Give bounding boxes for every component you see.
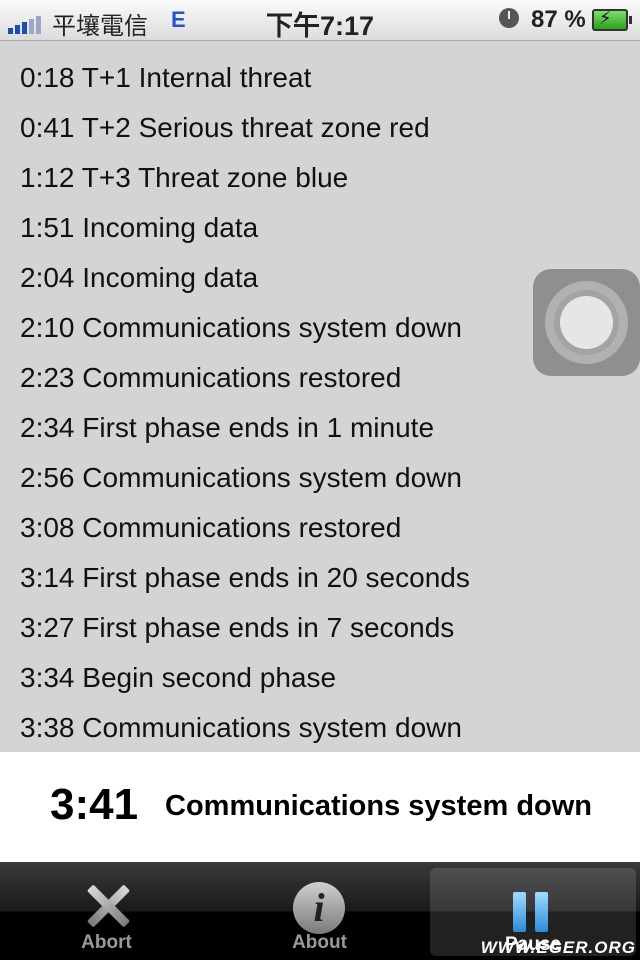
event-time: 2:34 [20,412,75,443]
assistive-touch-button[interactable] [533,269,640,376]
event-time: 2:04 [20,262,75,293]
event-row: 3:08 Communications restored [20,503,401,553]
event-text: Incoming data [82,262,259,293]
event-time: 3:27 [20,612,75,643]
event-row: 3:38 Communications system down [20,703,462,752]
event-time: 0:18 [20,62,75,93]
event-text: Communications restored [82,362,402,393]
battery-charging-icon: ⚡ [592,8,632,31]
event-text: First phase ends in 7 seconds [82,612,455,643]
event-row: 3:14 First phase ends in 20 seconds [20,553,470,603]
event-time: 2:23 [20,362,75,393]
info-icon: i [293,882,345,934]
event-time: 2:56 [20,462,75,493]
event-row: 3:27 First phase ends in 7 seconds [20,603,454,653]
event-text: Communications system down [82,712,462,743]
event-text: Incoming data [82,212,259,243]
close-x-icon [86,884,130,928]
event-time: 1:12 [20,162,75,193]
tab-about-label: About [292,932,347,953]
event-row: 3:34 Begin second phase [20,653,336,703]
tab-abort[interactable]: Abort [0,862,213,960]
event-time: 3:38 [20,712,75,743]
event-text: First phase ends in 1 minute [82,412,435,443]
event-row: 0:18 T+1 Internal threat [20,53,311,103]
tab-abort-label: Abort [81,932,132,953]
event-row: 2:56 Communications system down [20,453,462,503]
current-event-time: 3:41 [50,780,139,829]
event-row: 2:34 First phase ends in 1 minute [20,403,434,453]
event-time: 1:51 [20,212,75,243]
pause-icon [511,892,551,932]
event-text: Begin second phase [82,662,337,693]
event-text: T+3 Threat zone blue [81,162,349,193]
event-row: 0:41 T+2 Serious threat zone red [20,103,430,153]
event-time: 3:34 [20,662,75,693]
watermark-text: WWW.EGER.ORG [480,938,636,957]
event-time: 3:08 [20,512,75,543]
event-time: 0:41 [20,112,75,143]
event-text: Communications system down [82,462,462,493]
event-text: Communications system down [82,312,462,343]
event-text: T+2 Serious threat zone red [81,112,430,143]
event-text: T+1 Internal threat [81,62,312,93]
status-bar: 平壤電信 E 下午7:17 87 % ⚡ [0,0,640,41]
event-time: 2:10 [20,312,75,343]
event-row: 2:23 Communications restored [20,353,401,403]
event-row: 2:10 Communications system down [20,303,462,353]
alarm-icon [499,8,519,28]
event-row: 1:12 T+3 Threat zone blue [20,153,348,203]
event-text: Communications restored [82,512,402,543]
event-time: 3:14 [20,562,75,593]
tab-about[interactable]: i About [213,862,426,960]
current-event-text: Communications system down [165,790,593,822]
event-row: 2:04 Incoming data [20,253,258,303]
event-text: First phase ends in 20 seconds [82,562,470,593]
event-list[interactable]: 0:18 T+1 Internal threat 0:41 T+2 Serious… [0,41,640,752]
event-row: 1:51 Incoming data [20,203,258,253]
tab-bar: Abort i About Pause WWW.EGER.ORG [0,862,640,960]
battery-percent: 87 % [531,6,586,33]
current-event-panel: 3:41 Communications system down [0,752,640,862]
